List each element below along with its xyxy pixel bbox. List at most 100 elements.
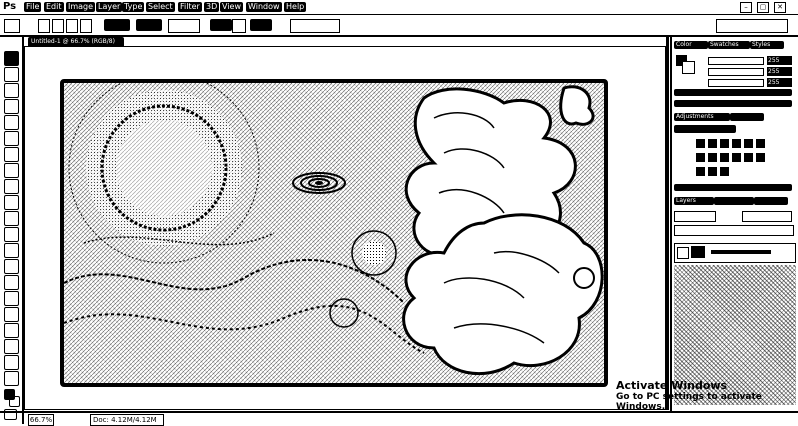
menu-edit[interactable]: Edit bbox=[44, 2, 64, 12]
menu-image[interactable]: Image bbox=[66, 2, 96, 12]
shape-tool-icon[interactable] bbox=[4, 323, 19, 338]
dodge-tool-icon[interactable] bbox=[4, 259, 19, 274]
document-window: Untitled-1 @ 66.7% (RGB/8) bbox=[24, 37, 669, 410]
history-brush-tool-icon[interactable] bbox=[4, 195, 19, 210]
tab-adjustments[interactable]: Adjustments bbox=[674, 113, 730, 121]
exposure-icon[interactable] bbox=[732, 139, 741, 148]
path-select-tool-icon[interactable] bbox=[4, 307, 19, 322]
color-ramp[interactable] bbox=[674, 89, 792, 96]
menu-view[interactable]: View bbox=[220, 2, 243, 12]
photo-filter-icon[interactable] bbox=[720, 153, 729, 162]
tool-preset-icon[interactable] bbox=[4, 19, 20, 33]
layer-row[interactable] bbox=[674, 243, 796, 263]
blend-mode-dropdown[interactable] bbox=[674, 211, 716, 222]
panels-dock: Color Swatches Styles 255 255 255 Adjust… bbox=[670, 37, 798, 411]
lasso-tool-icon[interactable] bbox=[4, 83, 19, 98]
type-tool-icon[interactable] bbox=[4, 291, 19, 306]
tab-masks[interactable] bbox=[730, 113, 764, 121]
3d-rotate-tool-icon[interactable] bbox=[4, 339, 19, 354]
move-tool-icon[interactable] bbox=[4, 51, 19, 66]
gradient-map-icon[interactable] bbox=[708, 167, 717, 176]
quick-select-tool-icon[interactable] bbox=[4, 99, 19, 114]
menu-3d[interactable]: 3D bbox=[204, 2, 220, 12]
eye-icon[interactable] bbox=[677, 247, 689, 259]
posterize-icon[interactable] bbox=[756, 153, 765, 162]
curves-icon[interactable] bbox=[720, 139, 729, 148]
add-adjustment-label bbox=[674, 125, 736, 133]
layer-name[interactable] bbox=[711, 250, 771, 254]
healing-tool-icon[interactable] bbox=[4, 147, 19, 162]
blur-tool-icon[interactable] bbox=[4, 243, 19, 258]
panel-divider bbox=[674, 100, 792, 107]
anti-alias-checkbox[interactable] bbox=[136, 19, 162, 31]
blue-value[interactable]: 255 bbox=[767, 78, 792, 87]
menu-file[interactable]: File bbox=[24, 2, 42, 12]
eraser-tool-icon[interactable] bbox=[4, 211, 19, 226]
marquee-tool-icon[interactable] bbox=[4, 67, 19, 82]
options-bar bbox=[0, 15, 798, 37]
maximize-icon[interactable]: ▢ bbox=[757, 2, 769, 13]
threshold-icon[interactable] bbox=[696, 167, 705, 176]
menu-layer[interactable]: Layer bbox=[96, 2, 123, 12]
black-white-icon[interactable] bbox=[708, 153, 717, 162]
menu-type[interactable]: Type bbox=[122, 2, 145, 12]
activation-subtitle: Go to PC settings to activate Windows. bbox=[616, 392, 762, 412]
clone-stamp-tool-icon[interactable] bbox=[4, 179, 19, 194]
intersect-selection-icon[interactable] bbox=[80, 19, 92, 33]
lock-row[interactable] bbox=[674, 225, 794, 236]
minimize-icon[interactable]: – bbox=[740, 2, 752, 13]
zoom-tool-icon[interactable] bbox=[4, 371, 19, 386]
vibrance-icon[interactable] bbox=[744, 139, 753, 148]
add-selection-icon[interactable] bbox=[52, 19, 64, 33]
feather-field[interactable] bbox=[104, 19, 130, 31]
document-tab[interactable]: Untitled-1 @ 66.7% (RGB/8) bbox=[28, 37, 124, 46]
gradient-tool-icon[interactable] bbox=[4, 227, 19, 242]
green-slider[interactable] bbox=[708, 68, 764, 76]
refine-edge-button[interactable] bbox=[290, 19, 340, 33]
height-field[interactable] bbox=[250, 19, 272, 31]
menu-filter[interactable]: Filter bbox=[178, 2, 202, 12]
close-icon[interactable]: ✕ bbox=[774, 2, 786, 13]
channel-mixer-icon[interactable] bbox=[732, 153, 741, 162]
brush-tool-icon[interactable] bbox=[4, 163, 19, 178]
menu-window[interactable]: Window bbox=[246, 2, 282, 12]
red-slider[interactable] bbox=[708, 57, 764, 65]
red-value[interactable]: 255 bbox=[767, 56, 792, 65]
tab-paths[interactable] bbox=[754, 197, 788, 205]
hand-tool-icon[interactable] bbox=[4, 355, 19, 370]
canvas-area[interactable] bbox=[24, 46, 666, 410]
tab-layers[interactable]: Layers bbox=[674, 197, 714, 205]
document-info[interactable]: Doc: 4.12M/4.12M bbox=[90, 414, 164, 426]
image-canvas[interactable] bbox=[60, 79, 608, 387]
new-selection-icon[interactable] bbox=[38, 19, 50, 33]
menu-select[interactable]: Select bbox=[146, 2, 175, 12]
color-balance-icon[interactable] bbox=[696, 153, 705, 162]
crop-tool-icon[interactable] bbox=[4, 115, 19, 130]
green-value[interactable]: 255 bbox=[767, 67, 792, 76]
tools-panel bbox=[0, 37, 24, 424]
swap-icon[interactable] bbox=[232, 19, 246, 33]
pen-tool-icon[interactable] bbox=[4, 275, 19, 290]
menu-help[interactable]: Help bbox=[284, 2, 307, 12]
subtract-selection-icon[interactable] bbox=[66, 19, 78, 33]
style-dropdown[interactable] bbox=[168, 19, 200, 33]
zoom-level[interactable]: 66.7% bbox=[28, 414, 54, 426]
artwork-image bbox=[64, 83, 604, 383]
workspace-switcher[interactable] bbox=[716, 19, 788, 33]
opacity-field[interactable] bbox=[742, 211, 792, 222]
eyedropper-tool-icon[interactable] bbox=[4, 131, 19, 146]
invert-icon[interactable] bbox=[744, 153, 753, 162]
brightness-icon[interactable] bbox=[696, 139, 705, 148]
tab-channels[interactable] bbox=[714, 197, 754, 205]
blue-slider[interactable] bbox=[708, 79, 764, 87]
selective-color-icon[interactable] bbox=[720, 167, 729, 176]
background-color-swatch[interactable] bbox=[9, 396, 20, 407]
tab-color[interactable]: Color bbox=[674, 41, 708, 49]
background-color-chip[interactable] bbox=[682, 61, 695, 74]
width-field[interactable] bbox=[210, 19, 232, 31]
menu-bar: Ps File Edit Image Layer Type Select Fil… bbox=[0, 0, 798, 15]
levels-icon[interactable] bbox=[708, 139, 717, 148]
hue-saturation-icon[interactable] bbox=[756, 139, 765, 148]
tab-swatches[interactable]: Swatches bbox=[708, 41, 750, 49]
tab-styles[interactable]: Styles bbox=[750, 41, 784, 49]
